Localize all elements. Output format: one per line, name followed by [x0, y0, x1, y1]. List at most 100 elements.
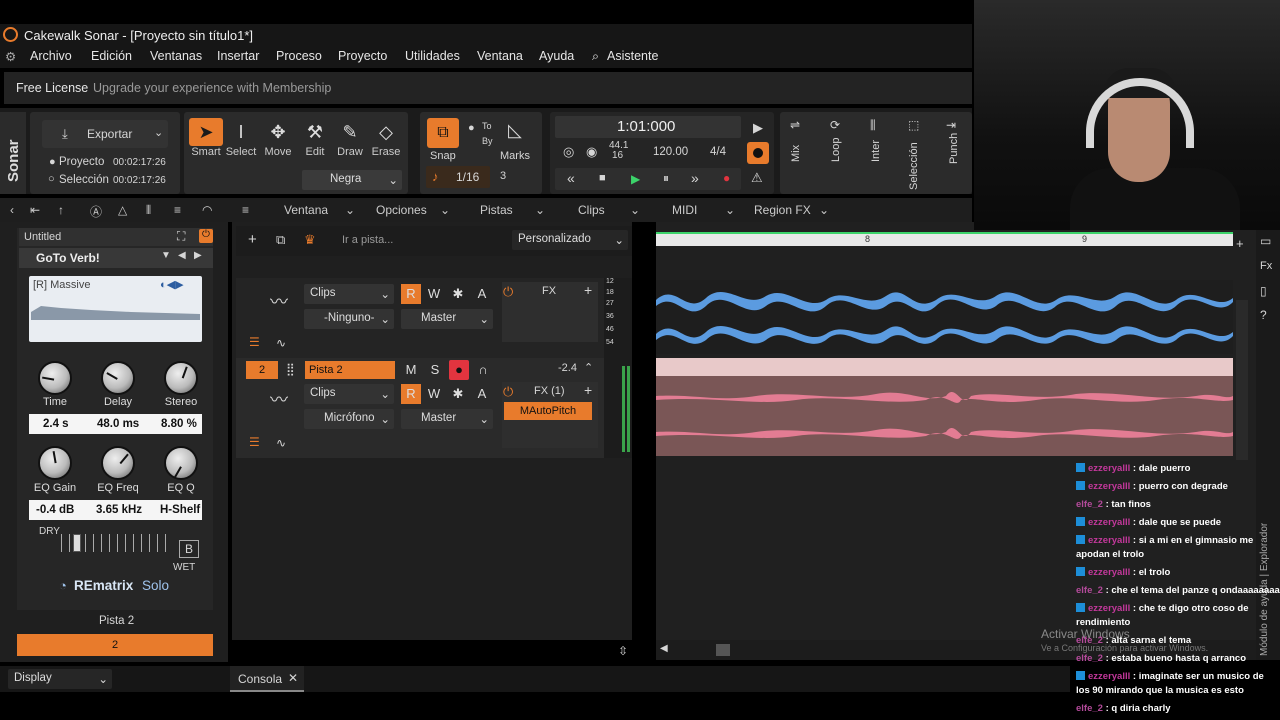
timeline-ruler[interactable]: 8 9 [656, 232, 1233, 246]
list-icon[interactable]: ≡ [174, 203, 181, 217]
vertical-scrollbar[interactable] [1236, 300, 1248, 460]
menu-ventana-track[interactable]: Ventana [284, 203, 328, 217]
b-button[interactable]: B [179, 540, 199, 558]
track2-number[interactable]: 2 [246, 361, 278, 379]
mix-label[interactable]: Mix [790, 145, 802, 162]
track2-write-button[interactable]: W [424, 384, 444, 404]
snap-resolution[interactable]: ♪ 1/16 [426, 166, 490, 188]
goto-track-input[interactable]: Ir a pista... [342, 234, 393, 246]
scroll-left-icon[interactable]: ◀ [660, 643, 668, 654]
eq-q-value[interactable]: H-Shelf [160, 504, 200, 516]
menu-midi[interactable]: MIDI [672, 203, 697, 217]
clip-track2-header[interactable] [656, 358, 1233, 376]
expand-icon[interactable]: ⛶ [177, 229, 185, 244]
inspector-icon[interactable]: ⇤ [30, 203, 40, 217]
track2-read-button[interactable]: R [401, 384, 421, 404]
power-icon[interactable]: ⏻ [199, 229, 213, 243]
eq-q-knob[interactable] [164, 446, 198, 480]
menu-clips[interactable]: Clips [578, 203, 605, 217]
display-select[interactable]: Display ⌄ [8, 669, 112, 689]
pause-icon[interactable]: ⏸ [663, 171, 669, 186]
add-marker-icon[interactable]: + [1236, 236, 1244, 251]
delay-value[interactable]: 48.0 ms [97, 418, 139, 430]
export-button[interactable]: ⤓ Exportar ⌄ [42, 120, 168, 148]
menu-asistente[interactable]: Asistente [607, 49, 658, 63]
chevron-up-icon[interactable]: ⌃ [584, 361, 593, 374]
menu-utilidades[interactable]: Utilidades [405, 49, 460, 63]
fx-power-icon[interactable]: ⏻ [503, 284, 513, 300]
filter-icon[interactable]: ≡ [242, 203, 249, 217]
project-radio[interactable]: ● [49, 156, 56, 168]
draw-tool[interactable]: ✎ Draw [333, 118, 367, 158]
menu-insertar[interactable]: Insertar [217, 49, 259, 63]
clip-track2[interactable] [656, 376, 1233, 456]
time-knob[interactable] [38, 361, 72, 395]
track2-name[interactable]: Pista 2 [305, 361, 395, 379]
track1-fx-bin[interactable]: ⏻ FX + [502, 282, 598, 342]
dial-icon[interactable]: ◠ [202, 203, 212, 217]
select-tool[interactable]: I Select [224, 118, 258, 158]
track2-freeze-icon[interactable]: ✱ [448, 384, 468, 404]
add-fx-icon[interactable]: + [584, 382, 592, 398]
collapse-icon[interactable]: ‹ [10, 203, 14, 217]
inspector-track-number[interactable]: 2 [17, 634, 213, 656]
help-icon[interactable]: ? [1260, 308, 1267, 322]
console-tab[interactable]: Consola ✕ [230, 666, 304, 692]
marks-label[interactable]: Marks [500, 150, 530, 162]
track1-automation-icon[interactable]: A [472, 284, 492, 304]
loop-label[interactable]: Loop [830, 138, 842, 162]
eq-gain-value[interactable]: -0.4 dB [36, 504, 74, 516]
play-button-icon[interactable]: ▶ [631, 172, 640, 186]
track1-freeze-icon[interactable]: ✱ [448, 284, 468, 304]
eq-freq-value[interactable]: 3.65 kHz [96, 504, 142, 516]
track1-read-button[interactable]: R [401, 284, 421, 304]
track2-curve-icon[interactable]: ∿ [276, 436, 286, 450]
snap-button[interactable]: ⧉ [427, 118, 459, 148]
add-fx-icon[interactable]: + [584, 282, 592, 298]
track1-output-select[interactable]: Master ⌄ [401, 309, 493, 329]
stereo-value[interactable]: 8.80 % [161, 418, 197, 430]
view-preset-select[interactable]: Personalizado ⌄ [512, 230, 628, 250]
erase-tool[interactable]: ◇ Erase [369, 118, 403, 158]
menu-edicion[interactable]: Edición [91, 49, 132, 63]
browser-icon[interactable]: ▭ [1260, 234, 1271, 248]
add-track-icon[interactable]: + [248, 231, 257, 248]
selection-module-label[interactable]: Selección [908, 142, 920, 190]
menu-ventanas[interactable]: Ventanas [150, 49, 202, 63]
track1-curve-icon[interactable]: ∿ [276, 336, 286, 350]
menu-proceso[interactable]: Proceso [276, 49, 322, 63]
color-select[interactable]: Negra ⌄ [302, 170, 402, 190]
menu-ventana[interactable]: Ventana [477, 49, 523, 63]
time-display[interactable]: 1:01:000 [555, 116, 741, 138]
file-icon[interactable]: ▯ [1260, 284, 1267, 298]
record-button-icon[interactable]: ● [723, 171, 730, 185]
fx-power-icon[interactable]: ⏻ [503, 384, 513, 400]
track1-clips-select[interactable]: Clips ⌄ [304, 284, 394, 304]
punch-label[interactable]: Punch [948, 133, 960, 164]
rewind-icon[interactable]: « [567, 170, 575, 186]
track2-mute-button[interactable]: M [401, 360, 421, 380]
menu-opciones[interactable]: Opciones [376, 203, 427, 217]
play-icon[interactable]: ▶ [753, 120, 763, 136]
preset-name[interactable]: GoTo Verb! [36, 251, 100, 265]
move-tool[interactable]: ✥ Move [261, 118, 295, 158]
menu-ayuda[interactable]: Ayuda [539, 49, 574, 63]
inter-label[interactable]: Inter [870, 140, 882, 162]
app-menu-icon[interactable]: ⚙ [5, 49, 16, 64]
eq-freq-knob[interactable] [101, 446, 135, 480]
crown-icon[interactable]: ♛ [304, 232, 316, 248]
track2-automation-icon[interactable]: A [472, 384, 492, 404]
menu-region-fx[interactable]: Region FX [754, 203, 811, 217]
track2-solo-button[interactable]: S [425, 360, 445, 380]
close-icon[interactable]: ✕ [288, 671, 298, 685]
click-icon[interactable]: ◉ [586, 144, 597, 160]
snap-toggle[interactable]: ● [468, 122, 475, 134]
track2-menu-icon[interactable]: ☰ [249, 435, 260, 449]
next-preset-icon[interactable]: ▶ [194, 250, 202, 261]
smart-tool[interactable]: ➤ Smart [189, 118, 223, 158]
preset-nav-icons[interactable]: ◐◀▶ [160, 278, 184, 291]
vertical-zoom-icon[interactable]: ⇳ [618, 644, 628, 658]
track2-input-select[interactable]: Micrófono ⌄ [304, 409, 394, 429]
prev-preset-icon[interactable]: ◀ [178, 250, 186, 261]
warning-icon[interactable]: △ [118, 203, 127, 217]
